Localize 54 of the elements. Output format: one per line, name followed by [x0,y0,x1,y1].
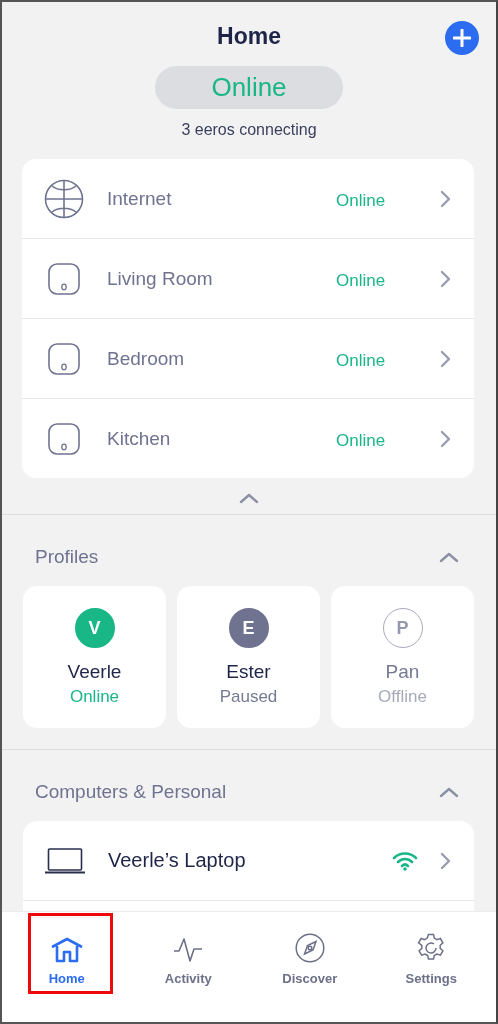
plus-icon [453,29,471,47]
add-button[interactable] [445,21,479,55]
device-name: Internet [107,187,173,210]
home-icon [50,937,83,963]
device-status: Online [336,350,387,371]
chevron-right-icon [440,349,452,368]
profile-status: Offline [378,687,427,707]
activity-pulse-icon [173,937,204,963]
eero-device-icon [48,342,80,375]
network-status-badge: Online [155,66,343,109]
section-title: Computers & Personal [35,781,227,803]
chevron-right-icon [440,429,452,448]
device-name: Kitchen [107,427,172,450]
tab-button[interactable]: Activity [148,920,229,986]
eero-device-icon [48,422,80,455]
profile-avatar: P [382,608,423,648]
compass-icon [294,933,325,963]
laptop-icon [45,847,85,874]
tab-button[interactable]: Settings [391,920,472,986]
profile-name: Pan [385,661,420,683]
device-status: Online [336,430,387,451]
network-row[interactable]: Bedroom Online [22,318,474,398]
profile-status: Paused [219,687,278,707]
profile-name: Ester [226,661,271,683]
collapse-chevron-icon[interactable] [239,492,259,504]
tab-button[interactable]: Discover [269,920,350,986]
collapse-chevron-icon[interactable] [439,786,459,798]
profile-avatar: V [74,608,115,648]
profile-card[interactable]: P Pan Offline [331,586,474,728]
chevron-right-icon [440,851,452,870]
device-name: Veerle’s Laptop [108,849,247,872]
profile-avatar: E [228,608,269,648]
tab-button[interactable]: Home [26,920,107,986]
device-row[interactable]: Veerle’s Laptop [23,821,474,901]
device-name: Bedroom [107,347,186,370]
section-title: Profiles [35,546,99,568]
settings-icon [416,933,447,963]
device-status: Online [336,270,387,291]
network-row[interactable]: Internet Online [22,159,474,238]
device-status: Online [336,190,387,211]
chevron-right-icon [440,189,452,208]
network-row[interactable]: Living Room Online [22,238,474,318]
profile-status: Online [69,687,120,707]
network-row[interactable]: Kitchen Online [22,398,474,478]
collapse-chevron-icon[interactable] [439,551,459,563]
eero-device-icon [48,262,80,295]
profile-card[interactable]: V Veerle Online [23,586,166,728]
page-title: Home [217,22,281,51]
profile-card[interactable]: E Ester Paused [177,586,320,728]
profile-name: Veerle [67,661,122,683]
globe-icon [44,178,84,219]
device-name: Living Room [107,267,214,290]
connection-subtitle: 3 eeros connecting [181,121,317,139]
chevron-right-icon [440,269,452,288]
